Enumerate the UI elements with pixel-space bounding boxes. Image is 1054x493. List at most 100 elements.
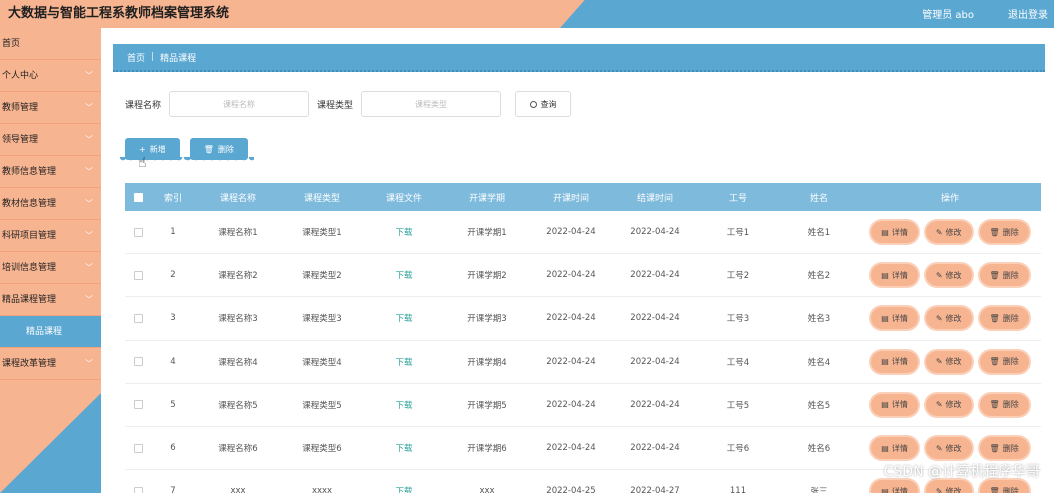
logout-link[interactable]: 退出登录 <box>1008 6 1048 21</box>
pointer-cursor-icon: ☝ <box>138 155 147 171</box>
batch-delete-label: 删除 <box>217 144 234 154</box>
trash-icon: 🗑 <box>989 443 1000 453</box>
trash-icon: 🗑 <box>989 313 1000 323</box>
add-button[interactable]: + 新增 <box>119 138 186 163</box>
cell-staff-no: 工号2 <box>726 271 750 282</box>
sidebar-item[interactable]: 首页 <box>0 28 101 60</box>
sidebar-item-label: 领导管理 <box>2 135 39 145</box>
delete-button[interactable]: 🗑 删除 <box>979 264 1029 287</box>
file-icon: ▤ <box>881 313 889 323</box>
query-button-label: 查询 <box>540 99 557 109</box>
cell-index: 5 <box>170 399 176 410</box>
cell-course-type: 课程类型6 <box>302 444 342 455</box>
edit-button[interactable]: ✎ 修改 <box>925 437 972 460</box>
cell-end-date: 2022-04-24 <box>630 313 680 324</box>
detail-button-label: 详情 <box>891 313 908 323</box>
sidebar-item[interactable]: 教材信息管理 ﹀ <box>0 188 101 220</box>
table-row: 2 课程名称2 课程类型2 下载 开课学期2 2022-04-24 2022-04-24 工号… <box>125 254 1041 298</box>
row-checkbox[interactable] <box>133 313 143 323</box>
breadcrumb-home[interactable]: 首页 <box>127 51 145 64</box>
watermark: CSDN @计算机程序华哥 <box>883 464 1040 480</box>
sidebar-subitem[interactable]: 精品课程 <box>0 316 101 348</box>
chevron-down-icon: ﹀ <box>85 135 93 144</box>
pencil-icon: ✎ <box>935 400 943 410</box>
delete-button[interactable]: 🗑 删除 <box>979 393 1029 416</box>
row-checkbox[interactable] <box>133 486 143 493</box>
cell-start-date: 2022-04-24 <box>546 227 596 238</box>
sidebar-item[interactable]: 科研项目管理 ﹀ <box>0 220 101 252</box>
detail-button-label: 详情 <box>891 227 908 237</box>
detail-button-label: 详情 <box>891 400 908 410</box>
cell-start-date: 2022-04-24 <box>546 399 596 410</box>
cell-term: 开课学期2 <box>467 271 507 282</box>
cell-download-link[interactable]: 下载 <box>363 269 445 281</box>
cell-download-link[interactable]: 下载 <box>363 226 445 238</box>
sidebar-item[interactable]: 个人中心 ﹀ <box>0 60 101 92</box>
edit-button[interactable]: ✎ 修改 <box>925 307 972 330</box>
detail-button[interactable]: ▤ 详情 <box>871 221 918 244</box>
cell-download-link[interactable]: 下载 <box>363 356 445 368</box>
sidebar-item-label: 精品课程 <box>26 327 63 337</box>
detail-button-label: 详情 <box>891 486 908 493</box>
delete-button[interactable]: 🗑 删除 <box>979 221 1029 244</box>
edit-button-label: 修改 <box>945 486 962 493</box>
edit-button[interactable]: ✎ 修改 <box>925 393 972 416</box>
sidebar-item[interactable]: 教师管理 ﹀ <box>0 92 101 124</box>
batch-delete-button[interactable]: 🗑 删除 <box>183 138 255 163</box>
delete-button[interactable]: 🗑 删除 <box>979 480 1029 493</box>
detail-button[interactable]: ▤ 详情 <box>871 437 918 460</box>
delete-button-label: 删除 <box>1002 270 1019 280</box>
cell-course-type: 课程类型5 <box>302 400 342 411</box>
edit-button[interactable]: ✎ 修改 <box>925 480 972 493</box>
cell-staff-name: 姓名5 <box>807 400 831 411</box>
query-button[interactable]: 查询 <box>515 91 572 117</box>
cell-staff-name: 姓名1 <box>807 228 831 239</box>
delete-button-label: 删除 <box>1002 227 1019 237</box>
sidebar-item-label: 课程改革管理 <box>2 359 57 369</box>
sidebar-item-label: 培训信息管理 <box>2 263 57 273</box>
cell-staff-no: 工号6 <box>726 444 750 455</box>
row-checkbox[interactable] <box>133 227 143 237</box>
cell-download-link[interactable]: 下载 <box>363 312 445 324</box>
detail-button-label: 详情 <box>891 443 908 453</box>
chevron-down-icon: ﹀ <box>85 71 93 80</box>
row-actions: ▤ 详情 ✎ 修改 🗑 删除 <box>859 264 1041 287</box>
edit-button[interactable]: ✎ 修改 <box>925 350 972 373</box>
delete-button[interactable]: 🗑 删除 <box>979 350 1029 373</box>
edit-button[interactable]: ✎ 修改 <box>925 264 972 287</box>
cell-index: 4 <box>170 356 176 367</box>
row-checkbox[interactable] <box>133 400 143 410</box>
top-header: 大数据与智能工程系教师档案管理系统 管理员 abo 退出登录 <box>0 0 1054 28</box>
delete-button-label: 删除 <box>1002 400 1019 410</box>
cell-start-date: 2022-04-24 <box>546 313 596 324</box>
cell-download-link[interactable]: 下载 <box>363 485 445 493</box>
select-all-checkbox[interactable] <box>133 192 143 202</box>
chevron-down-icon: ﹀ <box>85 199 93 208</box>
sidebar-item[interactable]: 教师信息管理 ﹀ <box>0 156 101 188</box>
delete-button[interactable]: 🗑 删除 <box>979 437 1029 460</box>
cell-download-link[interactable]: 下载 <box>363 442 445 454</box>
row-checkbox[interactable] <box>133 357 143 367</box>
cell-download-link[interactable]: 下载 <box>363 399 445 411</box>
course-name-input[interactable] <box>169 91 310 117</box>
row-checkbox[interactable] <box>133 270 143 280</box>
file-icon: ▤ <box>881 486 889 493</box>
sidebar-item[interactable]: 精品课程管理 ﹀ <box>0 284 101 316</box>
sidebar-item[interactable]: 课程改革管理 ﹀ <box>0 348 101 380</box>
detail-button[interactable]: ▤ 详情 <box>871 393 918 416</box>
cell-term: xxx <box>479 486 495 493</box>
cell-staff-no: 111 <box>729 486 747 493</box>
detail-button[interactable]: ▤ 详情 <box>871 264 918 287</box>
course-type-input[interactable] <box>361 91 502 117</box>
main-content: 首页 | 精品课程 课程名称 课程类型 查询 + 新增 🗑 删除 ☝ 索引 课程… <box>101 28 1054 493</box>
delete-button[interactable]: 🗑 删除 <box>979 307 1029 330</box>
detail-button[interactable]: ▤ 详情 <box>871 307 918 330</box>
table-row: 5 课程名称5 课程类型5 下载 开课学期5 2022-04-24 2022-04-24 工号… <box>125 384 1041 427</box>
edit-button[interactable]: ✎ 修改 <box>925 221 972 244</box>
detail-button[interactable]: ▤ 详情 <box>871 480 918 493</box>
row-checkbox[interactable] <box>133 443 143 453</box>
detail-button[interactable]: ▤ 详情 <box>871 350 918 373</box>
sidebar-item[interactable]: 培训信息管理 ﹀ <box>0 252 101 284</box>
trash-icon: 🗑 <box>203 144 214 154</box>
sidebar-item[interactable]: 领导管理 ﹀ <box>0 124 101 156</box>
